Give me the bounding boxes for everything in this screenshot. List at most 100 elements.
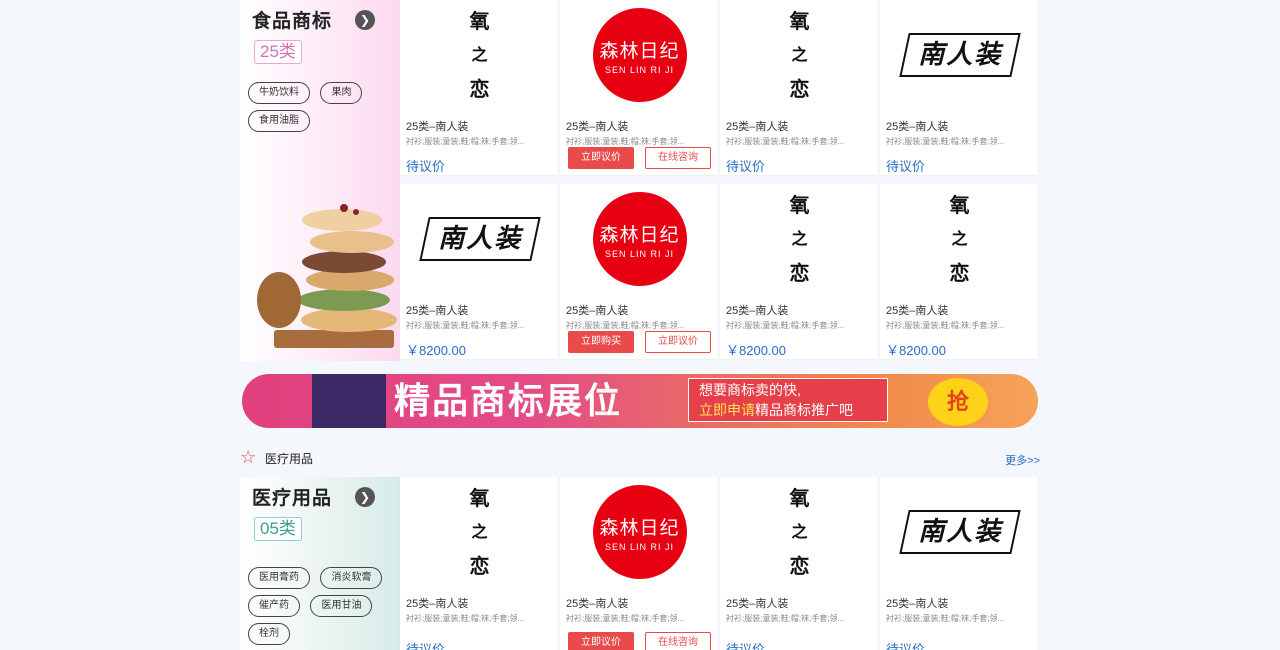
- logo-char: 氧: [789, 9, 810, 33]
- trademark-name[interactable]: 25类–南人装: [886, 118, 948, 134]
- trademark-name[interactable]: 25类–南人装: [886, 595, 948, 611]
- trademark-goods: 衬衫;服装;童装;鞋;帽;袜;手套;领...: [406, 321, 525, 330]
- trademark-card[interactable]: 森林日纪 SEN LIN RI JI 25类–南人装 衬衫;服装;童装;鞋;帽;袜…: [560, 184, 719, 360]
- trademark-logo-yang: 氧之恋: [400, 477, 559, 587]
- trademark-name[interactable]: 25类–南人装: [726, 595, 788, 611]
- trademark-price: ￥8200.00: [726, 343, 786, 358]
- trademark-name[interactable]: 25类–南人装: [406, 595, 468, 611]
- trademark-card[interactable]: 森林日纪 SEN LIN RI JI 25类–南人装 衬衫;服装;童装;鞋;帽;袜…: [560, 477, 719, 650]
- medical-section-header: ☆ 医疗用品 更多>>: [240, 448, 1040, 468]
- trademark-name[interactable]: 25类–南人装: [726, 118, 788, 134]
- logo-text: 南人装: [917, 39, 1002, 69]
- logo-text: SEN LIN RI JI: [604, 64, 674, 75]
- logo-text: SEN LIN RI JI: [604, 248, 674, 259]
- trademark-price: 待议价: [886, 159, 926, 174]
- food-category-panel[interactable]: 食品商标 ❯ 25类 牛奶饮料 果肉 食用油脂: [240, 0, 400, 361]
- food-section: 食品商标 ❯ 25类 牛奶饮料 果肉 食用油脂 氧之恋 25类–南人装 衬衫;服…: [240, 0, 1040, 361]
- trademark-name[interactable]: 25类–南人装: [566, 595, 628, 611]
- tag-milk-drinks[interactable]: 牛奶饮料: [248, 82, 310, 104]
- trademark-name[interactable]: 25类–南人装: [406, 302, 468, 318]
- trademark-name[interactable]: 25类–南人装: [886, 302, 948, 318]
- trademark-goods: 衬衫;服装;童装;鞋;帽;袜;手套;领...: [566, 137, 685, 146]
- trademark-logo-yang: 氧之恋: [400, 0, 559, 110]
- medical-section: 医疗用品 ❯ 05类 医用膏药 消炎软膏 催产药 医用甘油 栓剂 氧之恋 25类…: [240, 477, 1040, 650]
- logo-text: 森林日纪: [599, 40, 680, 62]
- negotiate-button[interactable]: 立即议价: [568, 147, 634, 169]
- runner-illustration: [312, 374, 386, 428]
- logo-char: 氧: [469, 486, 490, 510]
- trademark-name[interactable]: 25类–南人装: [406, 118, 468, 134]
- medical-category-title[interactable]: 医疗用品: [252, 483, 332, 510]
- tag-oxytocic[interactable]: 催产药: [248, 595, 300, 617]
- medical-category-panel[interactable]: 医疗用品 ❯ 05类 医用膏药 消炎软膏 催产药 医用甘油 栓剂: [240, 477, 400, 650]
- trademark-card[interactable]: 氧之恋 25类–南人装 衬衫;服装;童装;鞋;帽;袜;手套;领... 待议价: [400, 477, 559, 650]
- logo-text: SEN LIN RI JI: [604, 541, 674, 552]
- logo-char: 氧: [789, 486, 810, 510]
- logo-char: 恋: [949, 261, 970, 285]
- trademark-goods: 衬衫;服装;童装;鞋;帽;袜;手套;领...: [886, 321, 1005, 330]
- tag-fruit-pulp[interactable]: 果肉: [320, 82, 363, 104]
- tag-medical-glycerin[interactable]: 医用甘油: [310, 595, 373, 617]
- banner-apply-link[interactable]: 立即申请: [699, 402, 755, 418]
- trademark-goods: 衬衫;服装;童装;鞋;帽;袜;手套;领...: [886, 137, 1005, 146]
- logo-text: 森林日纪: [599, 517, 680, 539]
- banner-line1: 想要商标卖的快,: [699, 382, 801, 398]
- logo-char: 恋: [789, 261, 810, 285]
- trademark-card[interactable]: 氧之恋 25类–南人装 衬衫;服装;童装;鞋;帽;袜;手套;领... ￥8200…: [880, 184, 1039, 360]
- logo-char: 之: [791, 229, 808, 248]
- trademark-logo-sen: 森林日纪 SEN LIN RI JI: [560, 184, 719, 294]
- trademark-price: 待议价: [726, 159, 766, 174]
- trademark-name[interactable]: 25类–南人装: [566, 302, 628, 318]
- buy-button[interactable]: 立即购买: [568, 331, 634, 353]
- trademark-goods: 衬衫;服装;童装;鞋;帽;袜;手套;领...: [726, 137, 845, 146]
- section-title: 医疗用品: [265, 452, 314, 466]
- trademark-card[interactable]: 氧之恋 25类–南人装 衬衫;服装;童装;鞋;帽;袜;手套;领... 待议价: [720, 477, 879, 650]
- trademark-card[interactable]: 森林日纪 SEN LIN RI JI 25类–南人装 衬衫;服装;童装;鞋;帽;袜…: [560, 0, 719, 176]
- cookies-image: [257, 204, 397, 348]
- logo-char: 之: [471, 522, 488, 541]
- trademark-goods: 衬衫;服装;童装;鞋;帽;袜;手套;领...: [406, 137, 525, 146]
- trademark-card[interactable]: 氧之恋 25类–南人装 衬衫;服装;童装;鞋;帽;袜;手套;领... 待议价: [400, 0, 559, 176]
- food-category-title[interactable]: 食品商标: [252, 6, 332, 33]
- trademark-card[interactable]: 南人装 25类–南人装 衬衫;服装;童装;鞋;帽;袜;手套;领... 待议价: [880, 0, 1039, 176]
- logo-char: 恋: [469, 77, 490, 101]
- trademark-price: 待议价: [406, 159, 446, 174]
- tag-anti-inflammatory-ointment[interactable]: 消炎软膏: [320, 567, 383, 589]
- tag-edible-oil[interactable]: 食用油脂: [248, 110, 310, 132]
- trademark-name[interactable]: 25类–南人装: [566, 118, 628, 134]
- tag-medical-plaster[interactable]: 医用膏药: [248, 567, 310, 589]
- consult-button[interactable]: 在线咨询: [645, 632, 711, 650]
- consult-button[interactable]: 在线咨询: [645, 147, 711, 169]
- banner-line2: 精品商标推广吧: [755, 402, 853, 418]
- trademark-logo-nrz: 南人装: [880, 477, 1039, 587]
- trademark-logo-sen: 森林日纪 SEN LIN RI JI: [560, 477, 719, 587]
- food-tags: 牛奶饮料 果肉 食用油脂: [248, 82, 398, 138]
- trademark-price: 待议价: [886, 642, 926, 650]
- medical-class-badge: 05类: [254, 517, 302, 541]
- trademark-card[interactable]: 南人装 25类–南人装 衬衫;服装;童装;鞋;帽;袜;手套;领... ￥8200…: [400, 184, 559, 360]
- more-link[interactable]: 更多>>: [1005, 452, 1040, 468]
- tag-suppository[interactable]: 栓剂: [248, 623, 290, 645]
- logo-text: 南人装: [437, 223, 522, 253]
- food-class-badge: 25类: [254, 40, 302, 64]
- logo-char: 氧: [469, 9, 490, 33]
- trademark-goods: 衬衫;服装;童装;鞋;帽;袜;手套;领...: [726, 614, 845, 623]
- trademark-card[interactable]: 氧之恋 25类–南人装 衬衫;服装;童装;鞋;帽;袜;手套;领... ￥8200…: [720, 184, 879, 360]
- trademark-card[interactable]: 南人装 25类–南人装 衬衫;服装;童装;鞋;帽;袜;手套;领... 待议价: [880, 477, 1039, 650]
- arrow-right-icon[interactable]: ❯: [355, 10, 375, 30]
- trademark-goods: 衬衫;服装;童装;鞋;帽;袜;手套;领...: [406, 614, 525, 623]
- arrow-right-icon[interactable]: ❯: [355, 487, 375, 507]
- trademark-name[interactable]: 25类–南人装: [726, 302, 788, 318]
- logo-char: 恋: [789, 77, 810, 101]
- logo-text: 森林日纪: [599, 224, 680, 246]
- negotiate-button[interactable]: 立即议价: [568, 632, 634, 650]
- trademark-logo-nrz: 南人装: [880, 0, 1039, 110]
- promo-banner[interactable]: 精品商标展位 想要商标卖的快, 立即申请精品商标推广吧 抢: [242, 374, 1038, 428]
- logo-char: 氧: [949, 193, 970, 217]
- trademark-card[interactable]: 氧之恋 25类–南人装 衬衫;服装;童装;鞋;帽;袜;手套;领... 待议价: [720, 0, 879, 176]
- trademark-logo-yang: 氧之恋: [880, 184, 1039, 294]
- trademark-logo-yang: 氧之恋: [720, 477, 879, 587]
- grab-button[interactable]: 抢: [928, 378, 988, 426]
- trademark-price: 待议价: [726, 642, 766, 650]
- negotiate-button[interactable]: 立即议价: [645, 331, 711, 353]
